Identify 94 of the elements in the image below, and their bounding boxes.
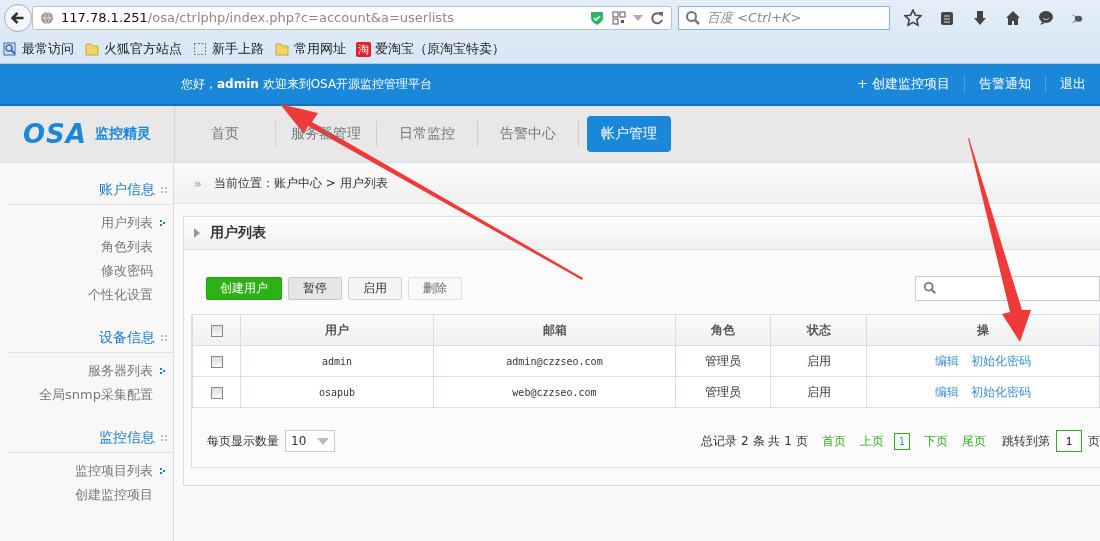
select-all-checkbox[interactable]	[210, 324, 223, 337]
grip-icon	[161, 186, 167, 193]
action-link[interactable]: 编辑	[935, 384, 959, 399]
action-button[interactable]: 删除	[408, 276, 462, 300]
bookmark[interactable]: 常用网址	[274, 40, 346, 58]
current-page[interactable]: 1	[893, 432, 910, 450]
page-size-label: 每页显示数量	[207, 432, 279, 450]
shop-badge-icon: 淘	[356, 41, 371, 57]
sidebar-item[interactable]: 个性化设置	[88, 286, 153, 304]
breadcrumb: 当前位置：账户中心 > 用户列表	[213, 174, 388, 192]
table-cell: admin	[321, 356, 353, 367]
chevron-icon	[160, 368, 165, 374]
action-button[interactable]: 创建用户	[206, 276, 282, 300]
search-field[interactable]: 百度 <Ctrl+K>	[678, 5, 890, 30]
chat-icon	[1038, 9, 1054, 26]
sidebar-item[interactable]: 全局snmp采集配置	[39, 386, 153, 404]
table-cell: admin@czzseo.com	[506, 356, 603, 367]
back-button[interactable]	[4, 3, 32, 32]
welcome-text: 您好，admin 欢迎来到OSA开源监控管理平台	[181, 75, 434, 93]
page-unit: 页	[1088, 432, 1100, 450]
header-link[interactable]: 退出	[1045, 75, 1100, 93]
page-input[interactable]: 1	[1056, 430, 1082, 452]
nav-tab[interactable]: 首页	[175, 116, 275, 152]
bookmark[interactable]: 淘 爱淘宝（原淘宝特卖）	[356, 40, 505, 58]
bookmark[interactable]: 最常访问	[2, 40, 74, 58]
page-link[interactable]: 首页	[821, 432, 846, 450]
nav-tab[interactable]: 日常监控	[377, 116, 477, 152]
page-link[interactable]: 下页	[924, 432, 948, 450]
folder-icon	[274, 41, 290, 57]
table-cell: 管理员	[705, 384, 741, 399]
column-header: 角色	[711, 322, 735, 337]
nav-tab[interactable]: 告警中心	[478, 116, 578, 152]
action-button[interactable]: 暂停	[288, 276, 342, 300]
qr-code-icon	[611, 9, 627, 26]
shield-icon	[589, 9, 605, 26]
column-header: 状态	[806, 322, 831, 337]
table-cell: osapub	[318, 387, 356, 398]
breadcrumb-separator: »	[194, 175, 202, 191]
sidebar-item[interactable]: 用户列表	[101, 214, 153, 232]
globe-icon	[39, 9, 55, 26]
list-icon	[939, 9, 955, 26]
row-checkbox[interactable]	[210, 355, 223, 368]
chevron-icon	[160, 468, 165, 474]
sidebar-heading: 设备信息	[99, 328, 155, 347]
bookmark-page-icon	[2, 41, 18, 57]
triangle-icon	[194, 228, 200, 238]
action-link[interactable]: 初始化密码	[971, 353, 1031, 368]
page-link[interactable]: 尾页	[962, 432, 986, 450]
grip-icon	[161, 334, 167, 341]
search-icon	[685, 9, 701, 26]
logo-name: 监控精灵	[94, 125, 151, 143]
action-button[interactable]: 启用	[348, 276, 402, 300]
row-checkbox[interactable]	[210, 386, 223, 399]
page-size-select[interactable]: 10	[285, 430, 335, 452]
column-header: 邮箱	[542, 322, 567, 337]
blank-page-icon	[192, 41, 208, 57]
filter-field[interactable]	[915, 275, 1100, 301]
table-cell: 启用	[806, 353, 831, 368]
table-cell: 启用	[806, 384, 831, 399]
table-cell: 管理员	[705, 353, 741, 368]
header-link[interactable]: 告警通知	[964, 75, 1045, 93]
search-icon	[923, 281, 937, 295]
sidebar-item[interactable]: 监控项目列表	[75, 462, 153, 480]
action-link[interactable]: 编辑	[935, 353, 959, 368]
bookmark[interactable]: 火狐官方站点	[84, 40, 182, 58]
reload-icon	[649, 9, 665, 26]
panel-title: 用户列表	[210, 224, 266, 242]
dropdown-icon	[633, 14, 643, 21]
home-icon	[1005, 9, 1021, 26]
star-icon	[904, 8, 922, 27]
column-header: 操	[977, 322, 989, 337]
table-cell: web@czzseo.com	[512, 387, 597, 398]
page-link[interactable]: 上页	[859, 432, 884, 450]
bookmark[interactable]: 新手上路	[192, 40, 264, 58]
column-header: 用户	[325, 322, 349, 337]
download-icon	[972, 9, 988, 26]
caret-icon	[317, 437, 329, 445]
folder-icon	[84, 41, 100, 57]
nav-tab[interactable]: 帐户管理	[587, 116, 671, 152]
back-arrow-icon	[11, 11, 25, 24]
action-link[interactable]: 初始化密码	[971, 384, 1031, 399]
jump-label: 跳转到第	[1002, 432, 1050, 450]
address-bar[interactable]: 117.78.1.251/osa/ctrlphp/index.php?c=account&a=userlists	[32, 5, 672, 30]
sidebar-item[interactable]: 修改密码	[101, 262, 153, 280]
sidebar-item[interactable]: 服务器列表	[88, 362, 153, 380]
record-summary: 总记录 2 条 共 1 页	[701, 432, 808, 450]
grip-icon	[161, 434, 167, 441]
chevron-icon	[160, 220, 165, 226]
sidebar-item[interactable]: 创建监控项目	[75, 486, 153, 504]
sidebar-heading: 账户信息	[99, 180, 155, 199]
header-link[interactable]: + 创建监控项目	[842, 75, 964, 93]
sidebar-item[interactable]: 角色列表	[101, 238, 153, 256]
sidebar-heading: 监控信息	[99, 428, 155, 447]
logo: OSA	[23, 119, 87, 149]
